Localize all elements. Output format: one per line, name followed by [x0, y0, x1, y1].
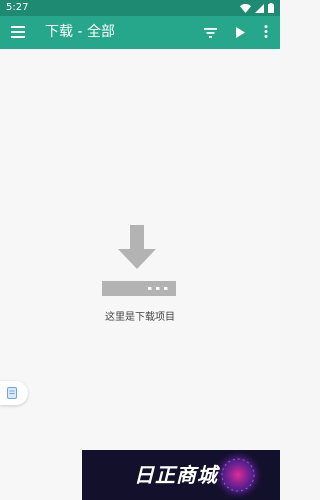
wifi-icon — [240, 3, 251, 13]
floating-side-tab[interactable] — [0, 381, 28, 405]
status-time: 5:27 — [6, 2, 29, 13]
download-icon — [100, 225, 178, 301]
more-vertical-icon — [264, 23, 268, 42]
more-options-button[interactable] — [252, 16, 280, 49]
filter-button[interactable] — [196, 16, 224, 49]
document-icon — [7, 384, 17, 403]
page-title: 下载 - 全部 — [45, 24, 115, 40]
ad-logo-text: 日正商城 — [134, 463, 218, 487]
status-bar: 5:27 — [0, 0, 280, 16]
ad-banner[interactable]: 日正商城 — [82, 450, 280, 500]
menu-button[interactable] — [4, 16, 32, 49]
status-icons — [240, 3, 274, 13]
play-icon — [235, 23, 245, 42]
app-bar: 下载 - 全部 — [0, 16, 280, 49]
signal-icon — [255, 3, 264, 13]
battery-icon — [268, 3, 274, 13]
download-list-area[interactable]: 这里是下载项目 — [0, 49, 280, 500]
start-all-button[interactable] — [226, 16, 254, 49]
filter-icon — [203, 23, 217, 42]
empty-state-message: 这里是下载项目 — [105, 312, 175, 323]
menu-icon — [11, 23, 25, 42]
